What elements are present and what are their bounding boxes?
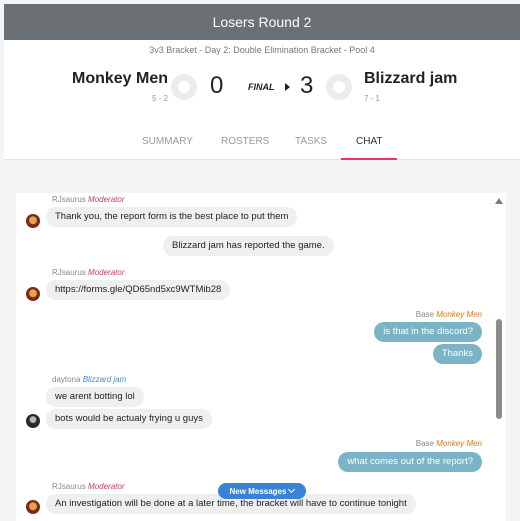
- system-message: Blizzard jam has reported the game.: [163, 236, 334, 256]
- chat-panel: RJsaurus Moderator Thank you, the report…: [16, 193, 506, 521]
- sender-role: Moderator: [88, 268, 125, 277]
- tab-rosters[interactable]: ROSTERS: [221, 136, 269, 160]
- message-sender: RJsaurus Moderator: [52, 482, 125, 491]
- tab-chat[interactable]: CHAT: [340, 136, 399, 160]
- user-avatar: [26, 500, 40, 514]
- chat-message: Thank you, the report form is the best p…: [46, 207, 298, 227]
- play-arrow-icon: [285, 83, 290, 91]
- team-right-name[interactable]: Blizzard jam: [364, 70, 457, 88]
- match-header: 3v3 Bracket - Day 2: Double Elimination …: [4, 40, 520, 160]
- team-right-score: 3: [300, 72, 314, 99]
- sender-name: RJsaurus: [52, 195, 86, 204]
- chat-message-link[interactable]: https://forms.gle/QD65nd5xc9WTMib28: [46, 280, 231, 300]
- team-left-score: 0: [210, 72, 224, 99]
- new-messages-label: New Messages: [229, 486, 287, 496]
- message-sender: RJsaurus Moderator: [52, 268, 125, 277]
- chevron-down-icon: [288, 485, 296, 494]
- sender-name: Base: [415, 439, 434, 448]
- message-sender: daytona Blizzard jam: [52, 375, 126, 384]
- team-right-logo-icon: [326, 74, 352, 100]
- sender-name: RJsaurus: [52, 268, 86, 277]
- team-left-name[interactable]: Monkey Men: [72, 70, 168, 88]
- sender-role: Moderator: [88, 195, 125, 204]
- team-right-record: 7 - 1: [364, 94, 381, 103]
- sender-name: Base: [415, 310, 434, 319]
- title-bar: Losers Round 2: [4, 4, 520, 40]
- bracket-subtitle: 3v3 Bracket - Day 2: Double Elimination …: [149, 45, 375, 55]
- sender-role: Moderator: [88, 482, 125, 491]
- message-sender: RJsaurus Moderator: [52, 195, 125, 204]
- new-messages-button[interactable]: New Messages: [218, 483, 306, 499]
- sender-name: RJsaurus: [52, 482, 86, 491]
- scrollbar-thumb[interactable]: [496, 319, 502, 419]
- match-status: FINAL: [248, 82, 275, 92]
- match-page: Losers Round 2 3v3 Bracket - Day 2: Doub…: [0, 0, 520, 521]
- message-sender: Base Monkey Men: [416, 439, 482, 448]
- user-avatar: [26, 287, 40, 301]
- chat-message: bots would be actualy frying u guys: [46, 409, 212, 429]
- scroll-up-icon[interactable]: [495, 198, 503, 204]
- team-left-record: 5 - 2: [151, 94, 168, 103]
- sender-name: daytona: [52, 375, 81, 384]
- sender-role: Monkey Men: [436, 310, 482, 319]
- chat-message-own: what comes out of the report?: [338, 452, 482, 472]
- chat-message-own: Thanks: [432, 344, 482, 364]
- chat-message-own: is that in the discord?: [374, 322, 482, 342]
- user-avatar: [26, 214, 40, 228]
- match-tabs: SUMMARY ROSTERS TASKS CHAT: [4, 136, 520, 160]
- tab-tasks[interactable]: TASKS: [295, 136, 327, 160]
- page-title: Losers Round 2: [212, 14, 312, 30]
- chat-message: we arent botting lol: [46, 387, 144, 407]
- sender-role: Blizzard jam: [82, 375, 127, 384]
- message-sender: Base Monkey Men: [416, 310, 482, 319]
- team-left-logo-icon: [171, 74, 197, 100]
- user-avatar: [26, 414, 40, 428]
- tab-summary[interactable]: SUMMARY: [142, 136, 193, 160]
- sender-role: Monkey Men: [436, 439, 482, 448]
